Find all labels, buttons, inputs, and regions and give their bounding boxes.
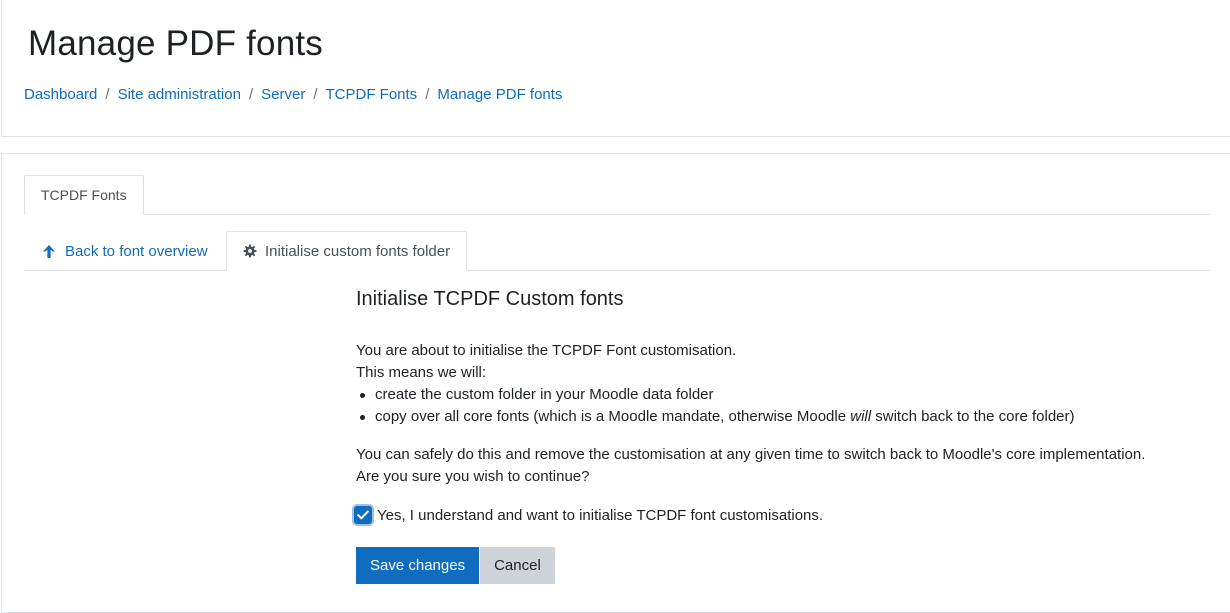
warning-text: You can safely do this and remove the cu… (356, 444, 1216, 488)
form-buttons: Save changes Cancel (356, 547, 1216, 584)
list-item-text: copy over all core fonts (which is a Moo… (375, 408, 851, 425)
tab-back-to-font-overview[interactable]: Back to font overview (24, 231, 226, 271)
form-content: Initialise TCPDF Custom fonts You are ab… (354, 288, 1216, 584)
intro-line: This means we will: (356, 364, 487, 381)
warning-line: You can safely do this and remove the cu… (356, 446, 1146, 463)
page-title: Manage PDF fonts (28, 24, 324, 63)
list-item-emphasis: will (850, 408, 872, 425)
breadcrumb-dashboard[interactable]: Dashboard (24, 86, 97, 103)
confirm-checkbox[interactable] (354, 506, 372, 524)
warning-line: Are you sure you wish to continue? (356, 468, 590, 485)
intro-line: You are about to initialise the TCPDF Fo… (356, 342, 737, 359)
breadcrumb: Dashboard / Site administration / Server… (24, 86, 562, 103)
breadcrumb-tcpdf-fonts[interactable]: TCPDF Fonts (326, 86, 418, 103)
tab-back-label: Back to font overview (65, 242, 208, 260)
breadcrumb-separator: / (248, 86, 254, 103)
list-item: copy over all core fonts (which is a Moo… (356, 406, 1216, 428)
tab-tcpdf-fonts[interactable]: TCPDF Fonts (24, 175, 144, 215)
steps-list: create the custom folder in your Moodle … (356, 384, 1216, 428)
breadcrumb-separator: / (313, 86, 318, 103)
section-heading: Initialise TCPDF Custom fonts (356, 288, 624, 310)
list-item-text: create the custom folder in your Moodle … (375, 386, 714, 403)
breadcrumb-separator: / (105, 86, 110, 103)
list-item: create the custom folder in your Moodle … (356, 384, 1216, 406)
checkmark-icon (357, 510, 369, 520)
intro-text: You are about to initialise the TCPDF Fo… (356, 340, 1216, 428)
confirm-checkbox-row[interactable]: Yes, I understand and want to initialise… (354, 506, 1216, 524)
secondary-tabs: Back to font overview Initialise custom … (24, 231, 1210, 271)
page-header: Manage PDF fonts Dashboard / Site admini… (1, 0, 1230, 137)
primary-tabs: TCPDF Fonts (24, 175, 1210, 215)
breadcrumb-separator: / (425, 86, 430, 103)
list-item-text: switch back to the core folder) (871, 408, 1075, 425)
gear-icon (243, 244, 257, 258)
tab-active-label: Initialise custom fonts folder (265, 242, 451, 260)
cancel-button[interactable]: Cancel (480, 547, 555, 584)
save-changes-button[interactable]: Save changes (356, 547, 480, 584)
breadcrumb-server[interactable]: Server (261, 86, 305, 103)
breadcrumb-site-administration[interactable]: Site administration (118, 86, 241, 103)
tab-initialise-custom-fonts-folder[interactable]: Initialise custom fonts folder (226, 231, 468, 271)
breadcrumb-manage-pdf-fonts[interactable]: Manage PDF fonts (437, 86, 562, 103)
arrow-up-icon (42, 244, 56, 259)
confirm-checkbox-label: Yes, I understand and want to initialise… (377, 506, 824, 524)
